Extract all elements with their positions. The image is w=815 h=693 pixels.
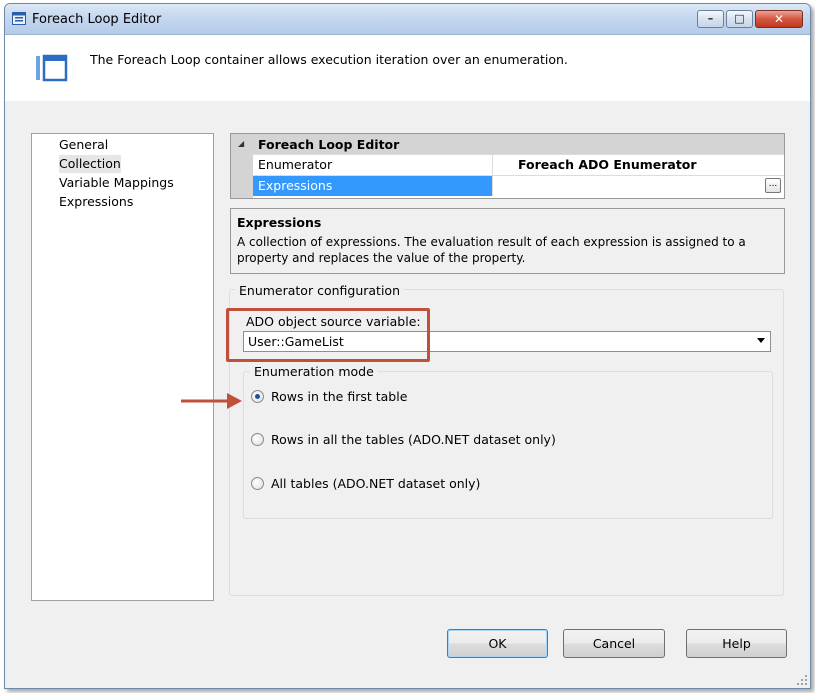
radio-label[interactable]: All tables (ADO.NET dataset only) — [271, 476, 480, 491]
enumerator-config-label: Enumerator configuration — [235, 283, 404, 298]
ellipsis-button[interactable]: ... — [765, 178, 781, 193]
collapse-icon[interactable]: ◢ — [238, 139, 244, 148]
radio-button[interactable] — [251, 477, 264, 490]
radio-button-checked[interactable] — [251, 390, 264, 403]
ok-button[interactable]: OK — [447, 629, 548, 658]
property-grid-category[interactable]: ◢ Foreach Loop Editor — [231, 134, 784, 154]
radio-label[interactable]: Rows in the first table — [271, 389, 407, 404]
dialog-window: Foreach Loop Editor – □ ✕ The Foreach Lo… — [4, 3, 811, 689]
property-name[interactable]: Enumerator — [253, 155, 493, 175]
property-grid-gutter — [231, 154, 253, 198]
cancel-button[interactable]: Cancel — [563, 629, 665, 658]
nav-panel: General Collection Variable Mappings Exp… — [31, 133, 214, 601]
property-description-panel: Expressions A collection of expressions.… — [230, 208, 785, 274]
property-value[interactable] — [493, 176, 784, 196]
header-description: The Foreach Loop container allows execut… — [90, 52, 568, 67]
maximize-button[interactable]: □ — [726, 10, 753, 28]
description-text: A collection of expressions. The evaluat… — [237, 235, 746, 265]
minimize-button[interactable]: – — [697, 10, 724, 28]
foreach-loop-icon — [36, 54, 68, 82]
nav-item-variable-mappings[interactable]: Variable Mappings — [59, 174, 174, 192]
property-grid: ◢ Foreach Loop Editor Enumerator Foreach… — [230, 133, 785, 199]
maximize-icon: □ — [734, 12, 745, 25]
help-button[interactable]: Help — [686, 629, 787, 658]
header-banner: The Foreach Loop container allows execut… — [5, 35, 810, 101]
property-value[interactable]: Foreach ADO Enumerator — [493, 155, 784, 175]
property-grid-category-title: Foreach Loop Editor — [258, 137, 400, 152]
annotation-highlight-box — [226, 308, 430, 362]
resize-grip-icon[interactable] — [796, 674, 808, 686]
radio-label[interactable]: Rows in all the tables (ADO.NET dataset … — [271, 432, 556, 447]
enumeration-mode-label: Enumeration mode — [250, 364, 378, 379]
window-title: Foreach Loop Editor — [32, 12, 162, 27]
nav-item-collection[interactable]: Collection — [59, 155, 121, 173]
description-title: Expressions — [237, 215, 322, 230]
nav-item-expressions[interactable]: Expressions — [59, 193, 133, 211]
dropdown-arrow-icon[interactable] — [757, 338, 765, 343]
close-icon: ✕ — [773, 12, 785, 26]
title-bar[interactable]: Foreach Loop Editor – □ ✕ — [5, 4, 810, 35]
close-button[interactable]: ✕ — [755, 10, 803, 28]
nav-item-general[interactable]: General — [59, 136, 108, 154]
dialog-app-icon — [12, 12, 26, 25]
property-row-expressions[interactable]: Expressions ... — [253, 175, 784, 196]
property-row-enumerator[interactable]: Enumerator Foreach ADO Enumerator — [253, 154, 784, 175]
minimize-icon: – — [707, 12, 714, 25]
property-name[interactable]: Expressions — [253, 176, 493, 196]
radio-button[interactable] — [251, 433, 264, 446]
annotation-arrow-icon — [181, 393, 242, 409]
